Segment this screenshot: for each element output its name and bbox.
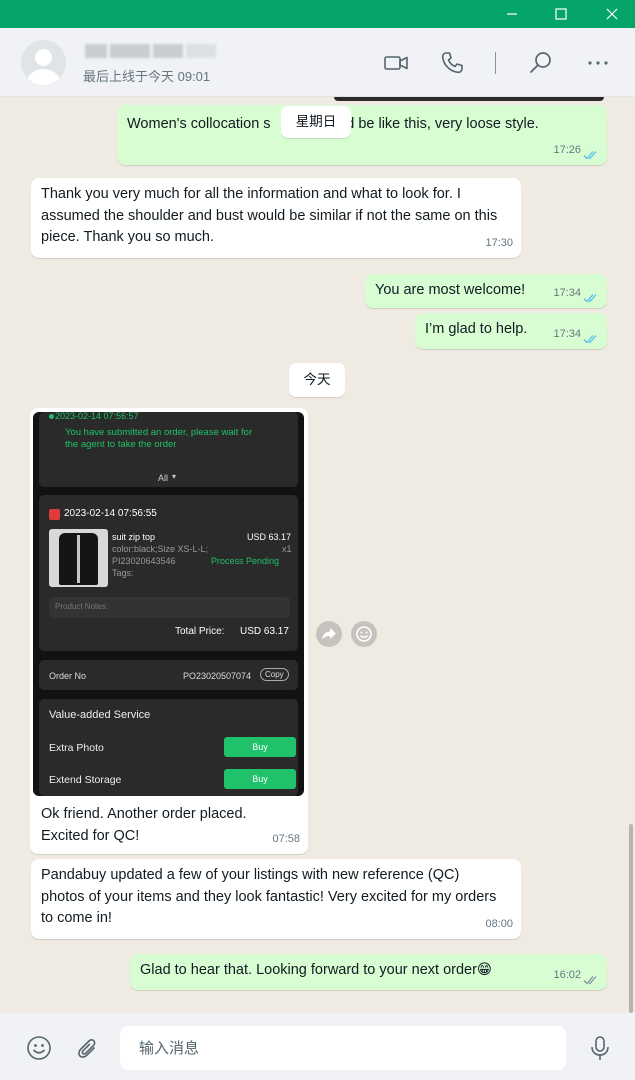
contact-name-redacted[interactable] [85,44,225,60]
close-window-button[interactable] [589,0,635,28]
message-input[interactable] [120,1026,566,1070]
more-options-icon[interactable] [583,48,613,78]
contact-avatar[interactable] [21,40,66,85]
status-text-line2: the agent to take the order [65,439,177,450]
order-item-card: 2023-02-14 07:56:55 suit zip top USD 63.… [39,495,298,651]
last-seen-status: 最后上线于今天 09:01 [83,69,211,84]
message-time: 07:58 [272,832,300,845]
item-qty: x1 [282,544,292,554]
item-price: USD 63.17 [247,532,292,542]
item-code: PI23020643546 [112,556,176,566]
message-time: 17:34 [553,327,581,340]
value-added-card: Value-added Service Extra Photo Buy Exte… [39,699,298,796]
composer-bar [0,1013,635,1080]
buy-button: Buy [224,737,296,757]
maximize-button[interactable] [538,0,584,28]
message-time: 16:02 [553,968,581,981]
previous-image-edge [334,97,604,101]
message-outgoing[interactable]: Glad to hear that. Looking forward to yo… [130,954,607,990]
status-time: 2023-02-14 07:56:57 [55,412,139,421]
total-value: USD 63.17 [240,626,289,637]
header-divider [495,52,496,74]
message-outgoing[interactable]: I’m glad to help. 17:34 [415,313,607,349]
attach-icon[interactable] [71,1033,101,1063]
window-titlebar [0,0,635,28]
emoji-icon[interactable] [25,1033,55,1063]
status-text-line1: You have submitted an order, please wait… [65,427,253,438]
chat-header: 最后上线于今天 09:01 [0,28,635,97]
voice-call-icon[interactable] [437,48,467,78]
read-ticks-icon [583,294,597,303]
minimize-button[interactable] [489,0,535,28]
message-text: I’m glad to help. [425,321,528,337]
buy-button: Buy [224,769,296,789]
order-no-label: Order No [49,671,87,681]
message-incoming[interactable]: Pandabuy updated a few of your listings … [31,859,521,939]
total-label: Total Price: [175,626,225,637]
message-text: Thank you very much for all the informat… [41,186,498,245]
order-no-value: PO23020507074 [183,671,252,681]
message-text-tail: ld be like this, very loose style. [343,116,539,132]
message-outgoing[interactable]: You are most welcome! 17:34 [365,274,607,308]
video-call-icon[interactable] [381,48,411,78]
message-incoming[interactable]: Thank you very much for all the informat… [31,178,521,258]
vas-extend-storage: Extend Storage [49,774,122,786]
delivered-ticks-icon [583,976,597,985]
message-time: 17:30 [485,236,513,249]
order-time: 2023-02-14 07:56:55 [64,508,157,519]
notes-label: Product Notes: [55,602,108,611]
search-icon[interactable] [526,48,556,78]
message-time: 17:34 [553,286,581,299]
microphone-icon[interactable] [585,1033,615,1063]
store-icon [49,509,60,520]
react-emoji-icon[interactable] [351,621,377,647]
product-notes-field: Product Notes: [49,597,290,618]
message-list[interactable]: Women's collocation s ld be like this, v… [0,97,635,1013]
date-separator-weekday: 星期日 [281,106,351,138]
read-ticks-icon [583,335,597,344]
forward-icon[interactable] [316,621,342,647]
scrollbar[interactable] [629,824,633,1013]
message-caption: Ok friend. Another order placed. Excited… [41,806,247,844]
message-text: Glad to hear that. Looking forward to yo… [140,962,477,978]
vas-title: Value-added Service [49,709,151,721]
message-time: 08:00 [485,917,513,930]
message-text: You are most welcome! [375,282,526,298]
item-variant: color:black;Size XS-L-L; [112,544,209,554]
item-name: suit zip top [112,532,156,542]
copy-button: Copy [260,668,289,681]
product-thumbnail [49,529,108,587]
read-ticks-icon [583,151,597,160]
item-status: Process Pending [211,556,280,566]
item-tags: Tags: [112,568,134,578]
message-outgoing[interactable]: Women's collocation s ld be like this, v… [117,105,607,165]
order-screenshot-image[interactable]: 2023-02-14 07:56:57 You have submitted a… [33,412,304,796]
message-time: 17:26 [553,143,581,156]
date-separator-today: 今天 [289,363,345,397]
message-text: Women's collocation s [127,116,271,132]
grinning-emoji: 😁 [476,962,493,978]
status-dot [49,414,54,419]
filter-all: All [158,473,169,483]
vas-extra-photo: Extra Photo [49,742,104,754]
order-number-card: Order No PO23020507074 Copy [39,660,298,690]
chevron-down-icon: ▾ [172,472,177,481]
message-text: Pandabuy updated a few of your listings … [41,867,497,926]
order-status-card: 2023-02-14 07:56:57 You have submitted a… [39,412,298,487]
